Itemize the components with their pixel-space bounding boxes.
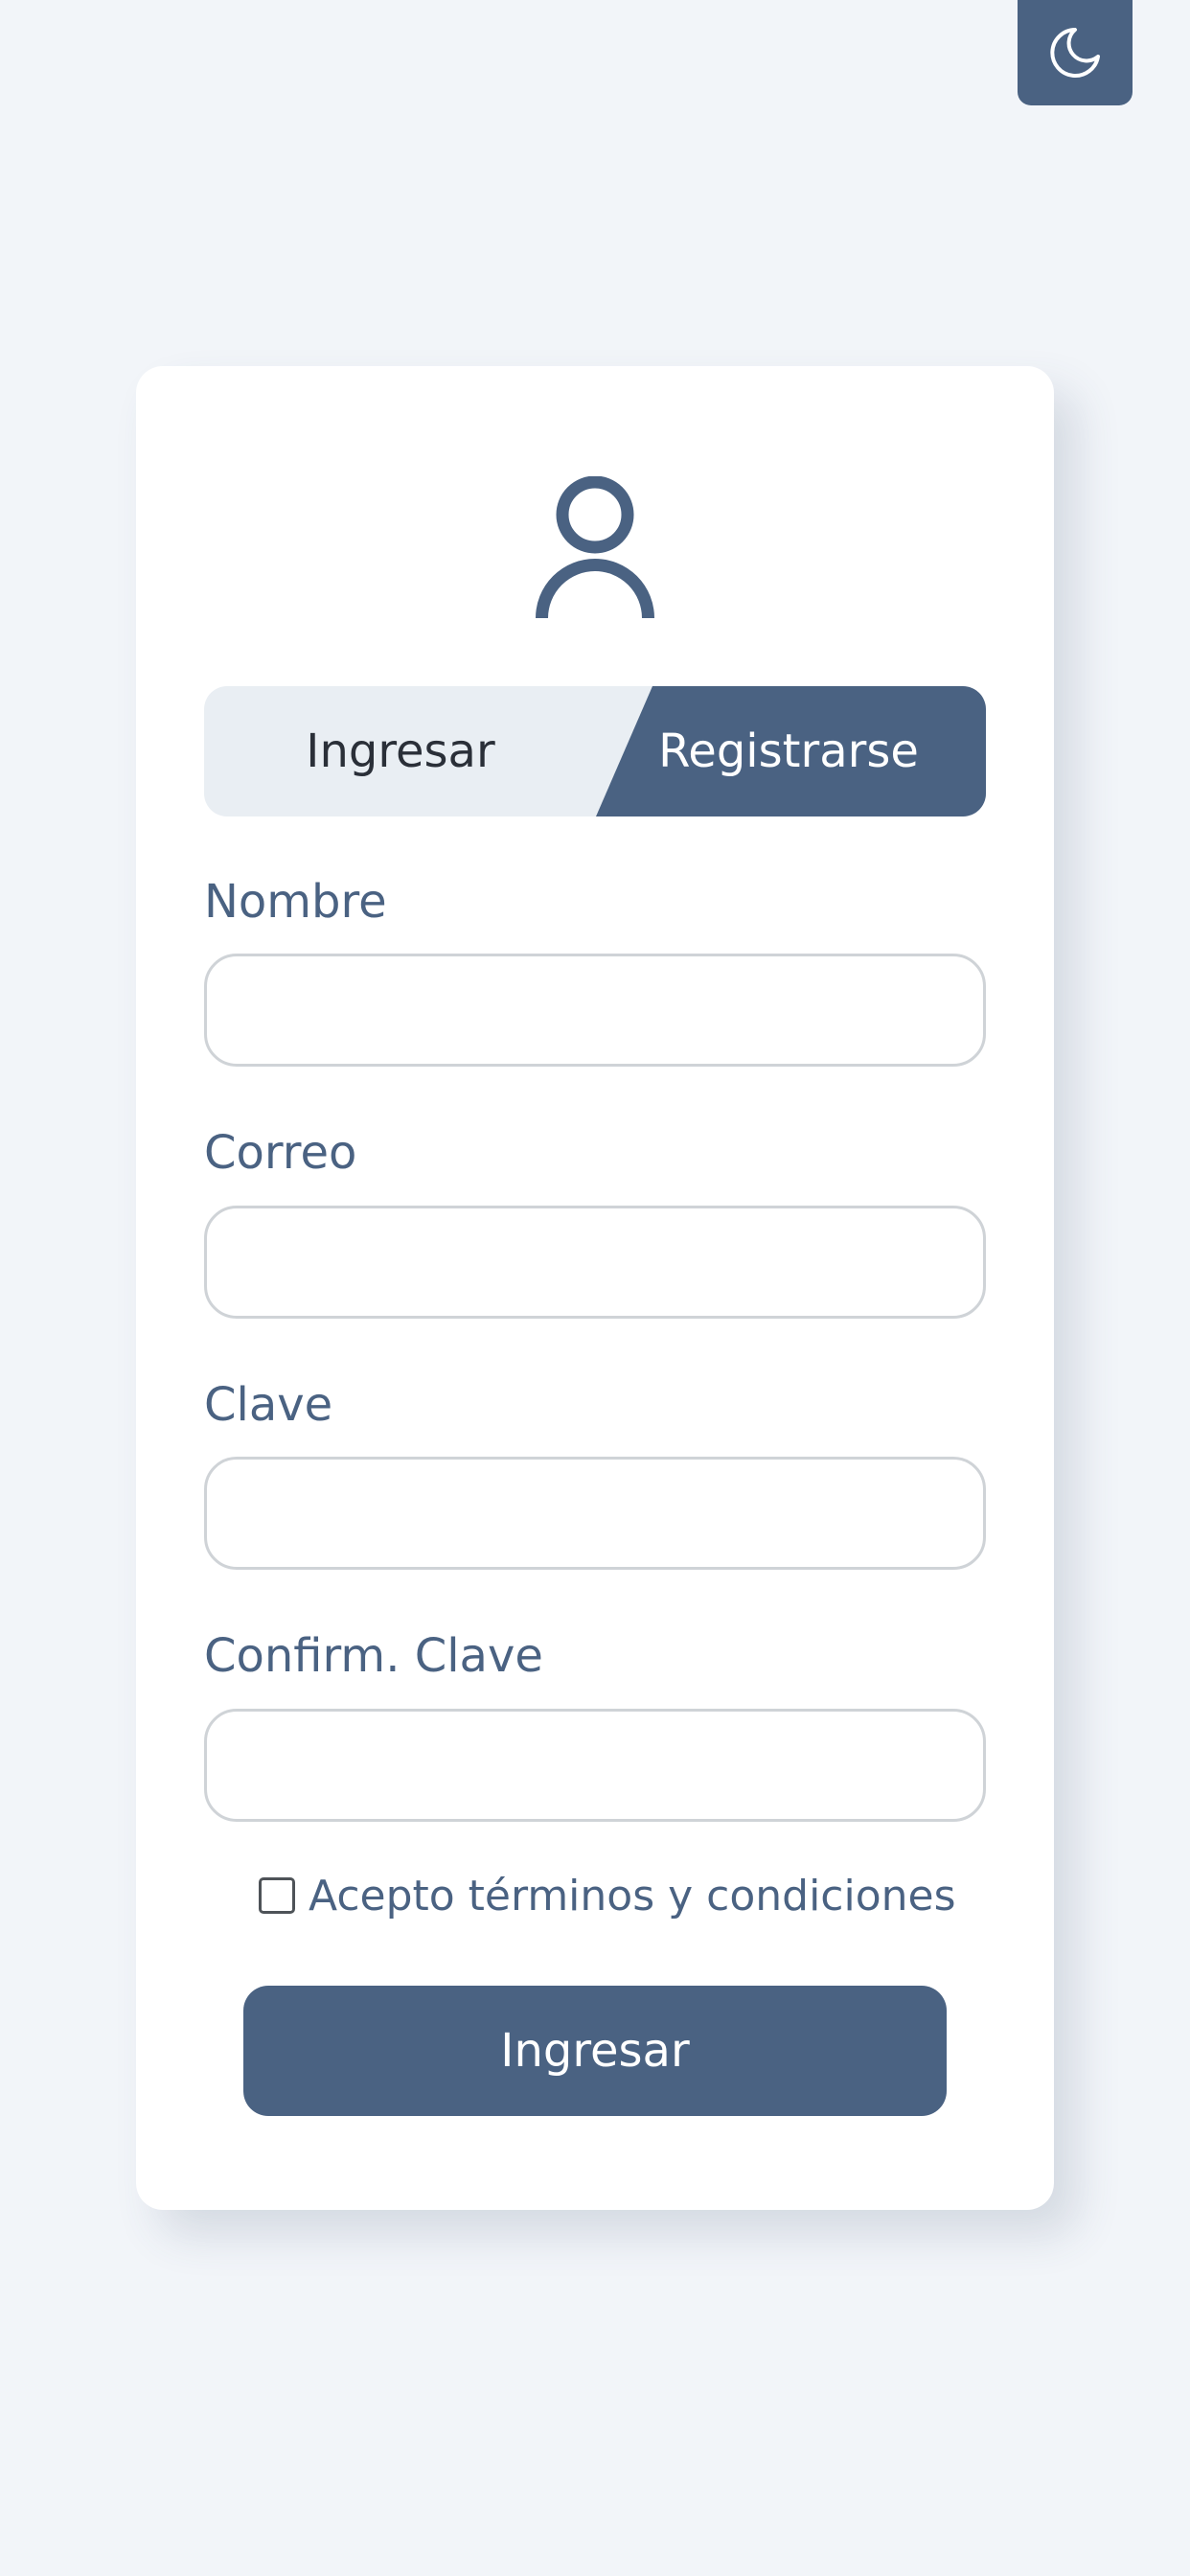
name-input[interactable] bbox=[204, 954, 986, 1067]
tab-register[interactable]: Registrarse bbox=[616, 686, 961, 816]
theme-toggle-button[interactable] bbox=[1018, 0, 1133, 105]
terms-row: Acepto términos y condiciones bbox=[259, 1867, 956, 1924]
moon-icon bbox=[1050, 28, 1100, 78]
terms-checkbox[interactable] bbox=[259, 1877, 295, 1914]
confirm-password-input[interactable] bbox=[204, 1709, 986, 1822]
password-label: Clave bbox=[204, 1378, 333, 1432]
confirm-password-label: Confirm. Clave bbox=[204, 1629, 543, 1683]
name-label: Nombre bbox=[204, 875, 387, 929]
submit-button[interactable]: Ingresar bbox=[243, 1986, 947, 2116]
register-card: Ingresar Registrarse Nombre Correo Clave… bbox=[136, 366, 1054, 2210]
user-icon bbox=[536, 476, 654, 619]
email-input[interactable] bbox=[204, 1206, 986, 1319]
terms-label: Acepto términos y condiciones bbox=[309, 1871, 956, 1920]
tab-login[interactable]: Ingresar bbox=[262, 686, 539, 816]
password-input[interactable] bbox=[204, 1457, 986, 1570]
email-label: Correo bbox=[204, 1126, 357, 1180]
auth-tabs: Ingresar Registrarse bbox=[204, 686, 986, 816]
